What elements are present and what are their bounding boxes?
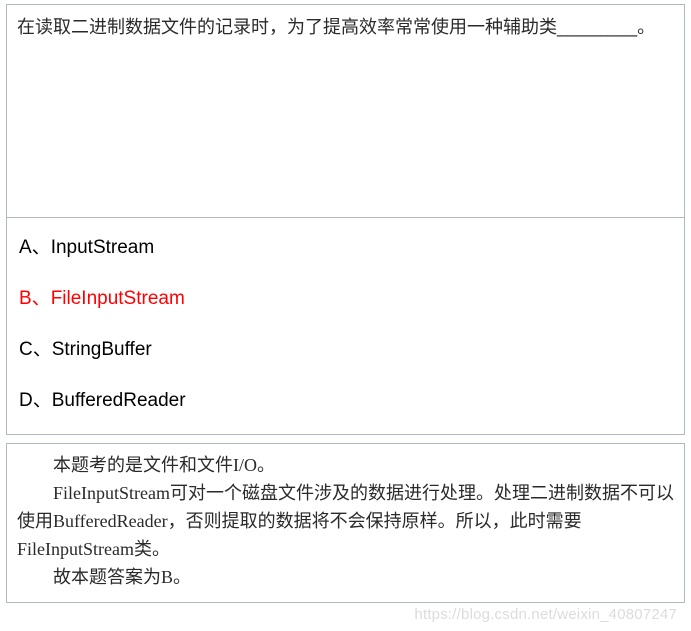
option-text: InputStream — [51, 237, 155, 259]
option-label: D、 — [19, 385, 52, 412]
option-text: FileInputStream — [51, 288, 185, 310]
option-text: StringBuffer — [52, 339, 152, 361]
explanation-line: FileInputStream可对一个磁盘文件涉及的数据进行处理。处理二进制数据… — [17, 480, 674, 564]
watermark: https://blog.csdn.net/weixin_40807247 — [414, 606, 677, 623]
explanation-box: 本题考的是文件和文件I/O。 FileInputStream可对一个磁盘文件涉及… — [6, 443, 685, 603]
option-label: A、 — [19, 232, 51, 259]
option-c[interactable]: C、 StringBuffer — [19, 334, 672, 361]
question-stem: 在读取二进制数据文件的记录时，为了提高效率常常使用一种辅助类________。 — [17, 17, 655, 37]
explanation-line: 故本题答案为B。 — [17, 564, 674, 592]
option-a[interactable]: A、 InputStream — [19, 232, 672, 259]
option-d[interactable]: D、 BufferedReader — [19, 385, 672, 412]
option-label: C、 — [19, 334, 52, 361]
question-box: 在读取二进制数据文件的记录时，为了提高效率常常使用一种辅助类________。 — [6, 4, 685, 218]
option-b[interactable]: B、 FileInputStream — [19, 283, 672, 310]
options-box: A、 InputStream B、 FileInputStream C、 Str… — [6, 218, 685, 435]
explanation-line: 本题考的是文件和文件I/O。 — [17, 452, 674, 480]
option-label: B、 — [19, 283, 51, 310]
option-text: BufferedReader — [52, 390, 186, 412]
